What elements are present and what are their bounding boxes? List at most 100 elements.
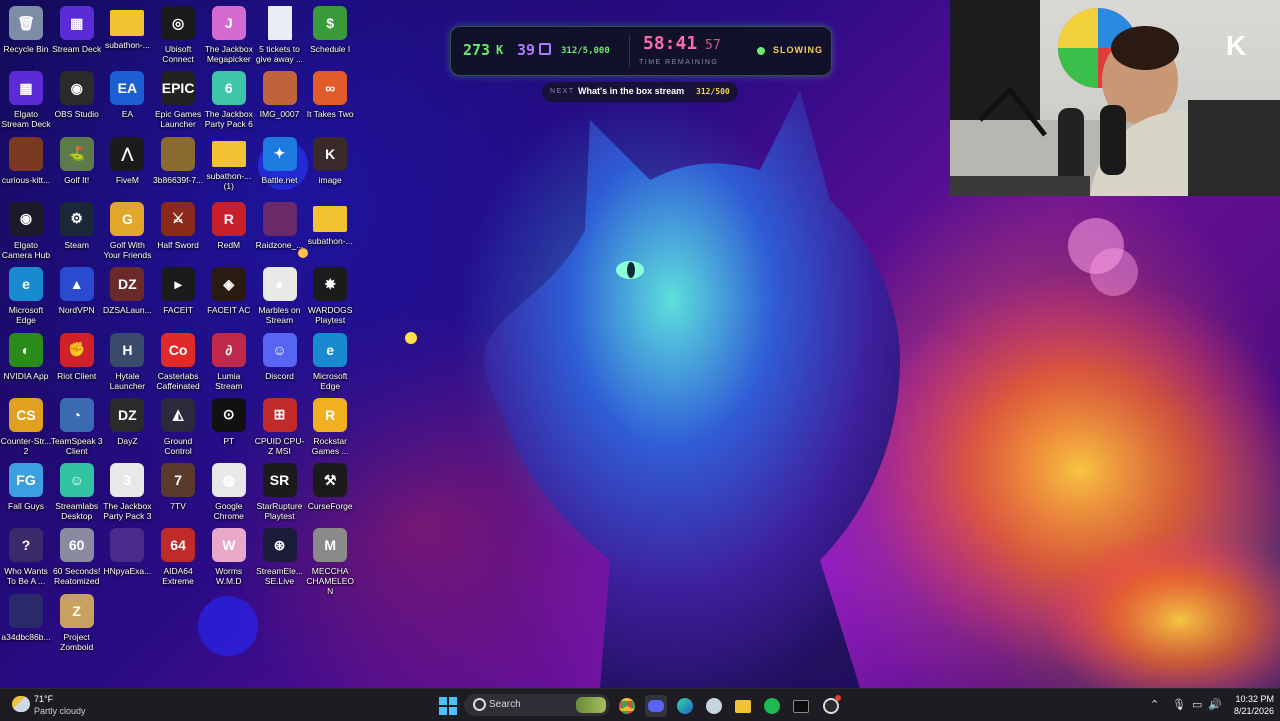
desktop-icon-label: 60 Seconds! Reatomized xyxy=(53,566,101,587)
taskbar-chrome[interactable] xyxy=(616,695,638,717)
desktop-icon[interactable]: R Rockstar Games ... xyxy=(304,396,356,461)
desktop-icon[interactable]: J The Jackbox Megapicker xyxy=(203,4,255,69)
desktop-icon[interactable]: H Hytale Launcher xyxy=(101,331,153,396)
desktop-icon[interactable]: ✊ Riot Client xyxy=(51,331,103,396)
desktop-icon[interactable]: ⋀ FiveM xyxy=(101,135,153,200)
desktop-icon[interactable]: ▲ NordVPN xyxy=(51,265,103,330)
chevron-up-icon[interactable]: ⌃ xyxy=(1150,698,1159,711)
desktop-icon[interactable]: ◉ Elgato Camera Hub xyxy=(0,200,52,265)
desktop-icon[interactable]: ☺ Discord xyxy=(254,331,306,396)
microphone-icon[interactable]: 🎙 xyxy=(1172,698,1186,711)
desktop-icon[interactable]: IMG_0007 xyxy=(254,69,306,134)
jackbox-icon: J xyxy=(211,6,246,40)
desktop-icon[interactable]: DZ DayZ xyxy=(101,396,153,461)
clock-date[interactable]: 8/21/2026 xyxy=(1226,706,1274,716)
desktop-icon[interactable]: SR StarRupture Playtest xyxy=(254,461,306,526)
taskbar-file-explorer[interactable] xyxy=(732,695,754,717)
desktop-icon[interactable]: ▸ FACEIT xyxy=(152,265,204,330)
desktop-icon-label: Microsoft Edge xyxy=(312,370,348,391)
desktop-icon[interactable]: 🗑 Recycle Bin xyxy=(0,4,52,69)
desktop-icon-label: Hytale Launcher xyxy=(109,370,146,391)
desktop-icon[interactable]: R RedM xyxy=(203,200,255,265)
jackbox-icon: 6 xyxy=(211,71,246,106)
desktop-icon[interactable]: ◔ TeamSpeak 3 Client xyxy=(51,396,103,461)
desktop-icon[interactable]: Raidzone_... xyxy=(254,200,306,265)
desktop-icon[interactable]: FG Fall Guys xyxy=(0,461,52,526)
desktop-icon[interactable]: subathon-... xyxy=(304,200,356,265)
desktop-icon[interactable]: $ Schedule I xyxy=(304,4,356,69)
desktop-icon[interactable]: G Golf With Your Friends xyxy=(101,200,153,265)
desktop-icon[interactable]: DZ DZSALaun... xyxy=(101,265,153,330)
desktop-icon[interactable]: M MECCHA CHAMELEON xyxy=(304,526,356,596)
desktop-icon[interactable]: 6 The Jackbox Party Pack 6 xyxy=(203,69,255,134)
next-goal-progress: 312/500 xyxy=(696,87,730,96)
desktop-icon[interactable]: ◐ NVIDIA App xyxy=(0,331,52,396)
desktop-icon[interactable]: HNpyaExa... xyxy=(101,526,153,591)
desktop-icon[interactable]: subathon-... (1) xyxy=(203,135,255,200)
taskbar-discord[interactable] xyxy=(645,695,667,717)
desktop-icon[interactable]: 60 60 Seconds! Reatomized xyxy=(51,526,103,591)
desktop-icon[interactable]: CS Counter-Str... 2 xyxy=(0,396,52,461)
weather-temp[interactable]: 71°F xyxy=(34,694,53,704)
desktop-icon[interactable]: ∞ It Takes Two xyxy=(304,69,356,134)
taskbar-spotify[interactable] xyxy=(761,695,783,717)
desktop-icon[interactable]: Z Project Zomboid xyxy=(51,592,103,657)
desktop-icon[interactable]: ◉ OBS Studio xyxy=(51,69,103,134)
display-icon[interactable]: ▭ xyxy=(1192,698,1202,711)
desktop-icon[interactable]: e Microsoft Edge xyxy=(0,265,52,330)
streamelements-icon: ⊛ xyxy=(262,528,297,563)
jackbox-icon: 3 xyxy=(110,463,145,498)
desktop-icon[interactable]: subathon-... xyxy=(101,4,153,69)
desktop-icon[interactable]: W Worms W.M.D xyxy=(203,526,255,591)
desktop-icon[interactable]: ∂ Lumia Stream xyxy=(203,331,255,396)
desktop-icon[interactable]: ⚒ CurseForge xyxy=(304,461,356,526)
taskbar-obs[interactable] xyxy=(820,695,842,717)
desktop-icon[interactable]: ✸ WARDOGS Playtest xyxy=(304,265,356,330)
desktop-icon[interactable]: ◍ Google Chrome xyxy=(203,461,255,526)
desktop-icon[interactable]: ⊞ CPUID CPU-Z MSI xyxy=(254,396,306,461)
desktop-icon[interactable]: ● Marbles on Stream xyxy=(254,265,306,330)
edge-icon xyxy=(677,698,693,714)
desktop-icon[interactable]: ☺ Streamlabs Desktop xyxy=(51,461,103,526)
desktop-icon[interactable]: ▦ Elgato Stream Deck xyxy=(0,69,52,134)
desktop-icon[interactable]: ◈ FACEIT AC xyxy=(203,265,255,330)
desktop-icon[interactable]: ✦ Battle.net xyxy=(254,135,306,200)
desktop-icon[interactable]: ◎ Ubisoft Connect xyxy=(152,4,204,69)
desktop-icon[interactable]: e Microsoft Edge xyxy=(304,331,356,396)
desktop-icon[interactable]: 7 7TV xyxy=(152,461,204,526)
desktop-icon[interactable]: ◭ Ground Control xyxy=(152,396,204,461)
desktop-icon[interactable]: EPIC Epic Games Launcher xyxy=(152,69,204,134)
epic-games-icon: EPIC xyxy=(161,71,196,106)
taskbar-search-box[interactable]: Search xyxy=(464,694,610,716)
taskbar-terminal[interactable] xyxy=(790,695,812,717)
desktop-icon[interactable]: a34dbc86b... xyxy=(0,592,52,657)
desktop-icon[interactable]: ⊙ PT xyxy=(203,396,255,461)
casterlabs-icon: Co xyxy=(161,332,196,367)
desktop-icon[interactable]: ⚙ Steam xyxy=(51,200,103,265)
desktop-icon[interactable]: ⊛ StreamEle... SE.Live xyxy=(254,526,306,591)
taskbar-edge[interactable] xyxy=(674,695,696,717)
desktop-icon-label: Stream Deck xyxy=(52,44,102,54)
desktop-icon[interactable]: Kimage xyxy=(304,135,356,200)
steam-icon: ⚙ xyxy=(59,201,94,236)
desktop-icon[interactable]: ⛳ Golf It! xyxy=(51,135,103,200)
desktop-icon[interactable]: 5 tickets to give away ... xyxy=(254,4,306,69)
weather-icon[interactable] xyxy=(12,696,30,712)
desktop-icon[interactable]: 3b86639f-7... xyxy=(152,135,204,200)
weather-desc[interactable]: Partly cloudy xyxy=(34,706,86,716)
desktop-icon[interactable]: ▦ Stream Deck xyxy=(51,4,103,69)
desktop-icon[interactable]: 3 The Jackbox Party Pack 3 xyxy=(101,461,153,526)
desktop-icon[interactable]: Co Casterlabs Caffeinated xyxy=(152,331,204,396)
speaker-icon[interactable]: 🔊 xyxy=(1208,698,1222,711)
taskbar-steam[interactable] xyxy=(703,695,725,717)
desktop-icon[interactable]: EA EA xyxy=(101,69,153,134)
clock-time[interactable]: 10:32 PM xyxy=(1226,694,1274,704)
marbles-icon: ● xyxy=(262,267,297,302)
desktop-icon-label: DZSALaun... xyxy=(103,305,152,316)
desktop-icon[interactable]: ? Who Wants To Be A ... xyxy=(0,526,52,591)
desktop-icon-label: FACEIT xyxy=(163,305,193,316)
desktop-icon[interactable]: 64 AIDA64 Extreme xyxy=(152,526,204,591)
desktop-icon[interactable]: ⚔ Half Sword xyxy=(152,200,204,265)
desktop-icon[interactable]: curious-kitt... xyxy=(0,135,52,200)
start-button[interactable] xyxy=(437,695,459,717)
